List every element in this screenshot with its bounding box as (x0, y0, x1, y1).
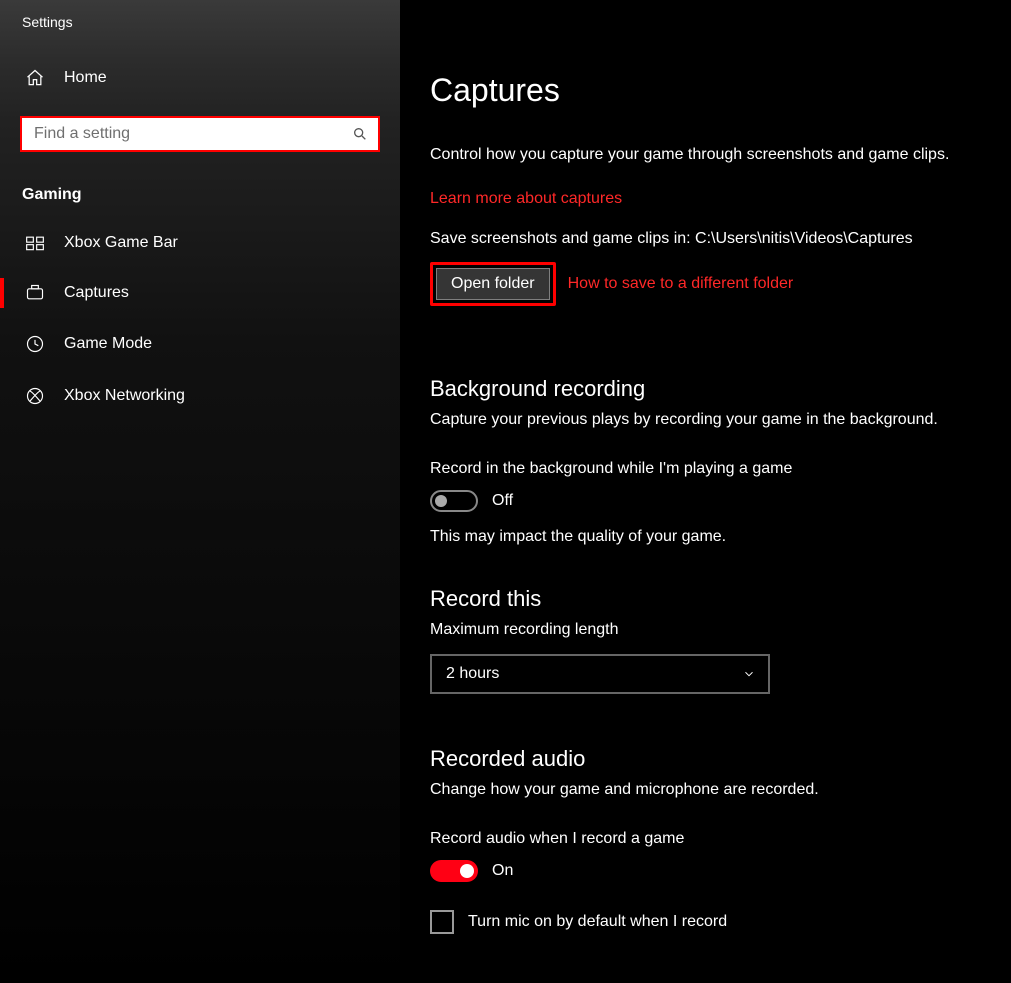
sidebar-item-captures[interactable]: Captures (0, 268, 400, 318)
game-bar-icon (24, 234, 46, 252)
game-mode-icon (24, 334, 46, 354)
bg-recording-heading: Background recording (430, 376, 981, 402)
home-icon (24, 68, 46, 88)
page-title: Captures (430, 72, 981, 109)
sidebar-item-xbox-networking[interactable]: Xbox Networking (0, 370, 400, 422)
bg-recording-toggle[interactable] (430, 490, 478, 512)
bg-hint: This may impact the quality of your game… (430, 528, 981, 546)
bg-recording-sub: Capture your previous plays by recording… (430, 408, 981, 432)
page-intro: Control how you capture your game throug… (430, 143, 980, 168)
sidebar-item-label: Xbox Game Bar (64, 234, 178, 252)
home-nav[interactable]: Home (0, 54, 400, 102)
window-title: Settings (0, 6, 400, 42)
sidebar-item-game-mode[interactable]: Game Mode (0, 318, 400, 370)
sidebar-item-label: Captures (64, 284, 129, 302)
sidebar-item-xbox-game-bar[interactable]: Xbox Game Bar (0, 218, 400, 268)
bg-toggle-state: Off (492, 492, 513, 510)
recorded-audio-sub: Change how your game and microphone are … (430, 778, 981, 802)
dropdown-value: 2 hours (446, 665, 499, 683)
max-length-dropdown[interactable]: 2 hours (430, 654, 770, 694)
ra-toggle-label: Record audio when I record a game (430, 830, 981, 848)
chevron-down-icon (742, 667, 756, 681)
search-icon (352, 126, 368, 142)
search-placeholder: Find a setting (34, 125, 352, 143)
record-audio-toggle[interactable] (430, 860, 478, 882)
record-this-heading: Record this (430, 586, 981, 612)
sidebar-group-label: Gaming (0, 170, 400, 218)
home-label: Home (64, 69, 107, 87)
how-to-save-link[interactable]: How to save to a different folder (568, 275, 794, 293)
bg-toggle-label: Record in the background while I'm playi… (430, 460, 981, 478)
search-input[interactable]: Find a setting (20, 116, 380, 152)
open-folder-highlight: Open folder (430, 262, 556, 306)
sidebar-item-label: Xbox Networking (64, 387, 185, 405)
sidebar: Settings Home Find a setting Gaming Xbox… (0, 0, 400, 983)
ra-toggle-state: On (492, 862, 513, 880)
open-folder-button[interactable]: Open folder (436, 268, 550, 300)
main-content: Captures Control how you capture your ga… (400, 0, 1011, 983)
xbox-icon (24, 386, 46, 406)
learn-more-link[interactable]: Learn more about captures (430, 190, 622, 208)
save-path-text: Save screenshots and game clips in: C:\U… (430, 230, 981, 248)
mic-default-label: Turn mic on by default when I record (468, 913, 727, 931)
mic-default-checkbox[interactable] (430, 910, 454, 934)
recorded-audio-heading: Recorded audio (430, 746, 981, 772)
record-this-sub: Maximum recording length (430, 618, 981, 642)
sidebar-item-label: Game Mode (64, 335, 152, 353)
captures-icon (24, 284, 46, 302)
